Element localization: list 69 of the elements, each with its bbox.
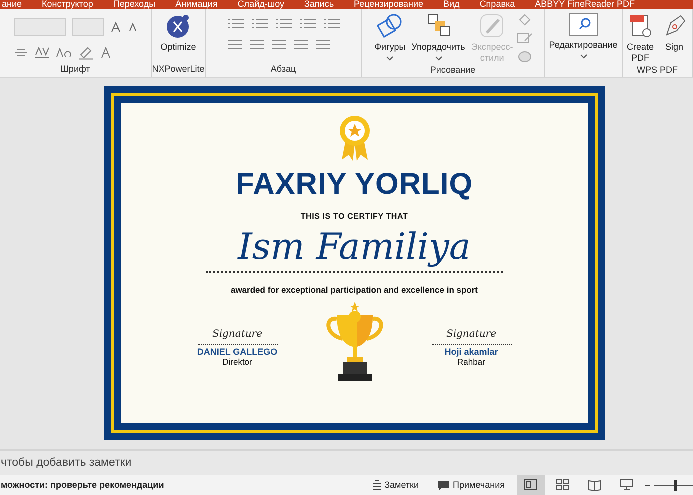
ribbon-button[interactable]: Create PDF bbox=[624, 12, 656, 65]
ribbon-tab[interactable]: ABBYY FineReader PDF bbox=[535, 0, 636, 9]
ribbon-tab[interactable]: Конструктор bbox=[42, 0, 94, 9]
ribbon-tab[interactable]: Запись bbox=[304, 0, 334, 9]
recipient-name: Ism Familiya bbox=[238, 227, 471, 269]
comments-button[interactable]: Примечания bbox=[431, 480, 511, 490]
align-icon[interactable] bbox=[226, 40, 242, 50]
signer-name: DANIEL GALLEGO bbox=[197, 347, 278, 357]
list-icon[interactable] bbox=[322, 18, 340, 30]
notes-icon bbox=[372, 480, 382, 490]
ribbon-button[interactable]: Фигуры bbox=[372, 12, 408, 62]
x-orb-icon bbox=[165, 13, 192, 39]
align-icon[interactable] bbox=[292, 40, 308, 50]
shapes-icon bbox=[377, 13, 404, 39]
character-spacing-icon[interactable] bbox=[34, 47, 50, 59]
certify-text: THIS IS TO CERTIFY THAT bbox=[300, 212, 408, 221]
signature-text: Signature bbox=[446, 329, 496, 340]
slide[interactable]: FAXRIY YORLIQ THIS IS TO CERTIFY THAT Ism Familiya awarded for exceptional participation and excellence in sport Signature DANIEL GALLEGO Direktor Signature Hoji akamlar Rahbar bbox=[104, 86, 605, 440]
comment-icon bbox=[437, 480, 450, 490]
font-color-icon[interactable] bbox=[100, 47, 112, 59]
highlight-icon[interactable] bbox=[78, 46, 94, 60]
certificate-title: FAXRIY YORLIQ bbox=[236, 168, 474, 202]
list-icon[interactable] bbox=[274, 18, 292, 30]
caret-icon bbox=[434, 56, 443, 61]
align-icon[interactable] bbox=[248, 40, 264, 50]
change-case-icon[interactable] bbox=[56, 48, 72, 58]
group-label: WPS PDF bbox=[636, 65, 679, 77]
signer-role: Direktor bbox=[222, 357, 252, 367]
list-icon[interactable] bbox=[298, 18, 316, 30]
ribbon-button[interactable]: Optimize bbox=[158, 12, 198, 54]
award-description: awarded for exceptional participation and excellence in sport bbox=[230, 285, 478, 295]
ribbon-tab[interactable]: Слайд-шоу bbox=[238, 0, 284, 9]
list-icon[interactable] bbox=[226, 18, 244, 30]
ribbon-tab[interactable]: Переходы bbox=[113, 0, 156, 9]
align-icon[interactable] bbox=[314, 40, 330, 50]
caret-icon bbox=[580, 54, 588, 59]
list-icon[interactable] bbox=[250, 18, 268, 30]
caret-icon bbox=[386, 56, 394, 61]
grid-view-icon bbox=[556, 479, 570, 491]
search-icon bbox=[568, 13, 598, 37]
presentation-icon bbox=[620, 479, 634, 491]
pdf-file-icon bbox=[628, 13, 652, 39]
editing-button[interactable]: Редактирование bbox=[548, 12, 618, 60]
group-label: NXPowerLite bbox=[152, 64, 205, 76]
notes-button[interactable]: Заметки bbox=[366, 480, 426, 490]
align-icon[interactable] bbox=[270, 40, 286, 50]
arrange-icon bbox=[426, 13, 452, 39]
normal-view-icon bbox=[524, 479, 538, 491]
shape-effects-icon[interactable] bbox=[517, 50, 534, 63]
group-label: Абзац bbox=[270, 64, 298, 76]
signer-role: Rahbar bbox=[458, 357, 486, 367]
ribbon-button[interactable]: Sign bbox=[658, 12, 690, 54]
ribbon-tab[interactable]: Рецензирование bbox=[354, 0, 424, 9]
pencil-outline-icon[interactable] bbox=[517, 32, 534, 45]
ribbon-tab[interactable]: ание bbox=[2, 0, 22, 9]
ribbon-button[interactable]: Упорядочить bbox=[410, 12, 468, 62]
ribbon-tab[interactable]: Справка bbox=[480, 0, 516, 9]
group-label: Рисование bbox=[429, 65, 477, 77]
status-message[interactable]: можности: проверьте рекомендации bbox=[0, 480, 164, 490]
group-label: Шрифт bbox=[60, 64, 92, 76]
ribbon-tab[interactable]: Анимация bbox=[176, 0, 218, 9]
ribbon-tab[interactable]: Вид bbox=[444, 0, 460, 9]
book-icon bbox=[588, 479, 602, 491]
signature-text: Signature bbox=[212, 329, 262, 340]
shrink-font-icon[interactable] bbox=[128, 22, 138, 32]
grow-font-icon[interactable] bbox=[110, 21, 122, 33]
signer-name: Hoji akamlar bbox=[444, 347, 498, 357]
view-button[interactable] bbox=[517, 475, 545, 495]
brush-icon bbox=[479, 13, 506, 39]
